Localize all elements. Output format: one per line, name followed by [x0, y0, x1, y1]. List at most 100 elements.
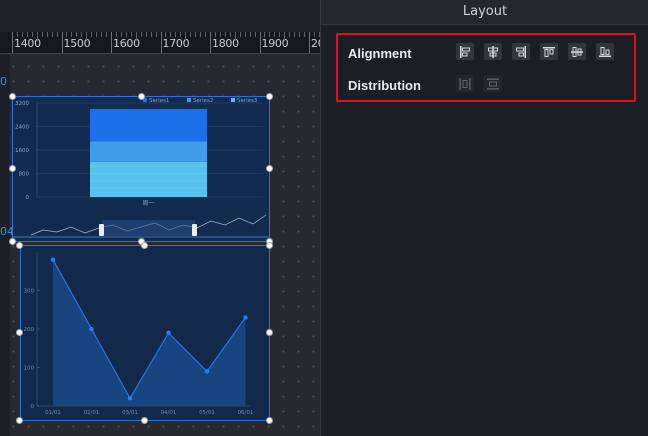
ruler-minor-tick	[249, 32, 251, 37]
ruler-minor-tick	[66, 32, 68, 37]
x-tick-label: 06/01	[238, 410, 254, 416]
ruler-minor-tick	[31, 32, 33, 37]
resize-handle[interactable]	[9, 238, 16, 245]
ruler-minor-tick	[21, 32, 23, 37]
y-tick-label: 0	[26, 195, 30, 201]
ruler-minor-tick	[200, 32, 202, 37]
resize-handle[interactable]	[16, 329, 23, 336]
resize-handle[interactable]	[266, 165, 273, 172]
distribute-horizontal-icon	[459, 77, 471, 90]
ruler-minor-tick	[175, 32, 177, 37]
ruler-minor-tick	[313, 32, 315, 37]
align-top-icon	[543, 46, 555, 57]
align-top-button[interactable]	[540, 43, 558, 60]
resize-handle[interactable]	[266, 93, 273, 100]
ruler-minor-tick	[185, 32, 187, 41]
data-point	[166, 330, 171, 336]
ruler-minor-tick	[81, 32, 83, 37]
ruler-minor-tick	[51, 32, 53, 37]
zoom-handle-left[interactable]	[99, 224, 104, 236]
ruler-minor-tick	[140, 32, 142, 37]
align-bottom-button[interactable]	[596, 43, 614, 60]
ruler-edge-number: 0	[0, 75, 7, 88]
x-tick-label: 03/01	[122, 410, 138, 416]
data-point	[89, 326, 94, 332]
legend-label: Series2	[193, 98, 213, 104]
ruler-minor-tick	[274, 32, 276, 37]
ruler-minor-tick	[125, 32, 127, 37]
y-tick-label: 100	[24, 366, 35, 372]
ruler-minor-tick	[279, 32, 281, 37]
x-tick-label: 02/01	[84, 410, 100, 416]
ruler-major-tick	[309, 32, 310, 53]
distribute-vertical-icon	[487, 78, 499, 89]
ruler-minor-tick	[76, 32, 78, 37]
align-left-button[interactable]	[456, 43, 474, 60]
resize-handle[interactable]	[16, 242, 23, 249]
ruler-minor-tick	[96, 32, 98, 37]
ruler-minor-tick	[304, 32, 306, 37]
design-canvas[interactable]: 14001500160017001800190020 0 04 3200 2400…	[0, 0, 320, 436]
resize-handle[interactable]	[266, 329, 273, 336]
ruler-major-tick	[259, 32, 261, 53]
ruler-major-tick	[111, 32, 112, 53]
y-tick-label: 300	[24, 289, 35, 295]
bar-chart-widget[interactable]: 3200 2400 1600 800 0 Series1 Series2 Series3 周一	[12, 96, 270, 242]
ruler-minor-tick	[205, 32, 207, 37]
ruler-major-tick	[210, 32, 211, 53]
resize-handle[interactable]	[9, 165, 16, 172]
resize-handle[interactable]	[266, 417, 273, 424]
x-tick-label: 04/01	[161, 410, 177, 416]
ruler-minor-tick	[36, 32, 38, 41]
ruler-minor-tick	[264, 32, 266, 37]
ruler-minor-tick	[269, 32, 271, 37]
bar-segment	[90, 108, 207, 142]
y-tick-label: 200	[24, 327, 35, 333]
distribute-horizontal-button[interactable]	[456, 75, 474, 92]
ruler-minor-tick	[224, 32, 226, 37]
legend-label: Series1	[149, 98, 169, 104]
ruler-minor-tick	[195, 32, 197, 37]
y-tick-label: 2400	[15, 125, 29, 131]
y-tick-label: 1600	[15, 148, 29, 154]
resize-handle[interactable]	[141, 242, 148, 249]
ruler-minor-tick	[254, 32, 256, 37]
ruler-minor-tick	[180, 32, 182, 37]
line-chart-widget[interactable]: 300 200 100 0 01/01 02/01 03/01 04/01 05/01 06/01	[20, 245, 270, 421]
align-bottom-icon	[599, 46, 611, 57]
ruler-minor-tick	[115, 32, 117, 37]
align-right-button[interactable]	[512, 43, 530, 60]
ruler-minor-tick	[289, 32, 291, 37]
resize-handle[interactable]	[16, 417, 23, 424]
ruler-minor-tick	[150, 32, 152, 37]
y-tick-label: 3200	[15, 101, 29, 107]
resize-handle[interactable]	[138, 93, 145, 100]
ruler-minor-tick	[165, 32, 167, 37]
ruler-minor-tick	[16, 32, 18, 37]
ruler-minor-tick	[86, 32, 88, 41]
ruler-minor-tick	[284, 32, 286, 41]
y-tick-label: 0	[31, 404, 35, 410]
ruler-minor-tick	[234, 32, 236, 41]
distribute-vertical-button[interactable]	[484, 75, 502, 92]
align-center-horizontal-button[interactable]	[484, 43, 502, 60]
x-tick-label: 01/01	[45, 410, 61, 416]
horizontal-ruler: 14001500160017001800190020	[0, 32, 320, 54]
ruler-minor-tick	[46, 32, 48, 37]
align-center-vertical-button[interactable]	[568, 43, 586, 60]
resize-handle[interactable]	[141, 417, 148, 424]
zoom-window[interactable]	[102, 220, 195, 238]
ruler-minor-tick	[135, 32, 137, 41]
ruler-major-tick	[61, 32, 63, 53]
panel-title: Layout	[321, 0, 648, 25]
bar-segment	[90, 161, 207, 197]
resize-handle[interactable]	[9, 93, 16, 100]
ruler-minor-tick	[91, 32, 93, 37]
legend-label: Series3	[237, 98, 258, 104]
ruler-minor-tick	[26, 32, 28, 37]
zoom-handle-right[interactable]	[192, 224, 197, 236]
ruler-minor-tick	[120, 32, 122, 37]
ruler-major-tick	[160, 32, 162, 53]
align-left-icon	[460, 45, 470, 58]
resize-handle[interactable]	[266, 242, 273, 249]
